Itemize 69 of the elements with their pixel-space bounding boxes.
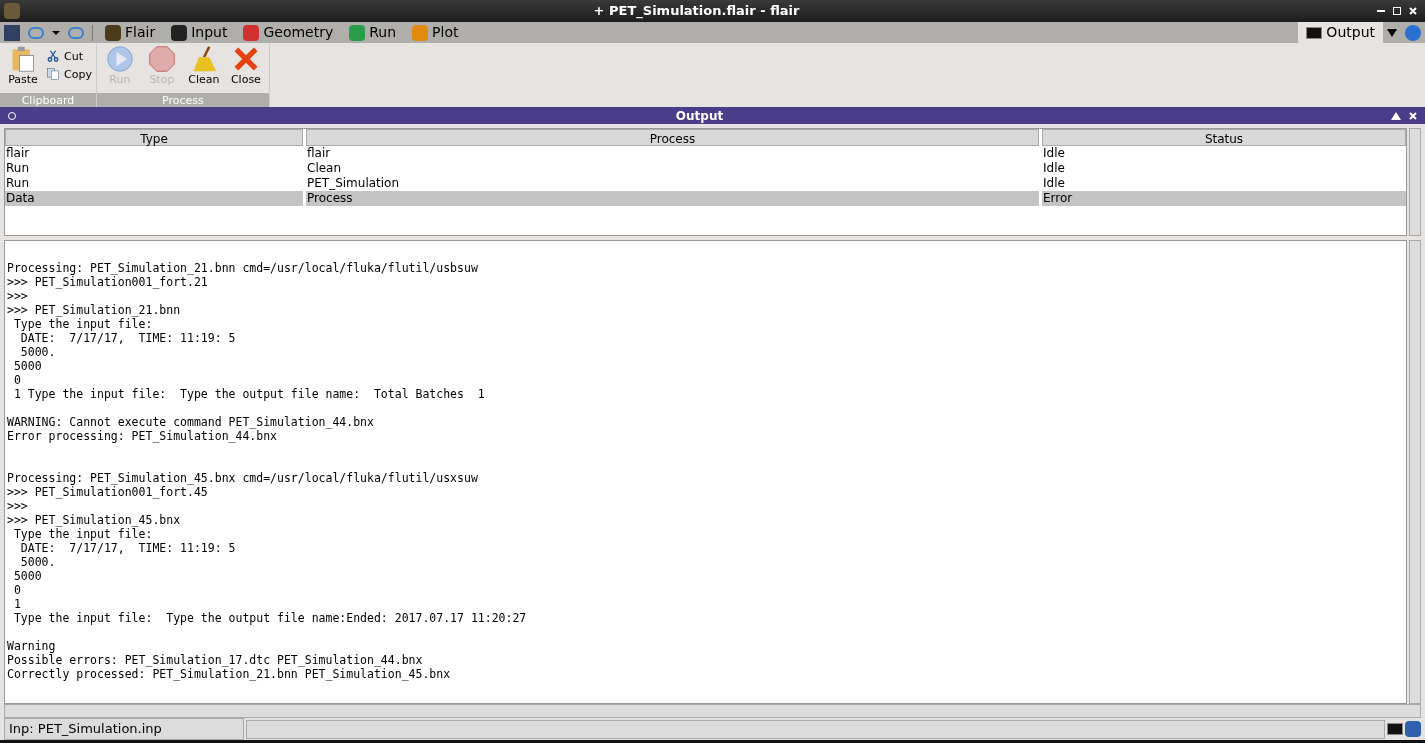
dropdown-caret-icon[interactable]	[1387, 28, 1397, 37]
status-text: Inp: PET_Simulation.inp	[4, 718, 244, 740]
column-header[interactable]: Type	[5, 129, 303, 146]
ribbon-button[interactable]: Copy	[46, 67, 92, 81]
tab-icon	[243, 24, 260, 41]
ribbon-button[interactable]: Cut	[46, 49, 92, 63]
log-line: 5000.	[19, 345, 56, 359]
log-line: WARNING: Cannot execute command PET_Simulation_44.bnx	[7, 415, 374, 429]
tab[interactable]: Input	[163, 22, 236, 43]
log-line: Processing: PET_Simulation_21.bnn cmd=/usr/local/fluka/flutil/usbsuw	[7, 261, 478, 275]
horizontal-scrollbar[interactable]	[4, 704, 1421, 718]
ribbon-button[interactable]: Clean	[184, 45, 223, 86]
log-line: >>>	[7, 289, 28, 303]
log-line: >>> PET_Simulation_21.bnn	[7, 303, 181, 317]
terminal-icon	[1306, 26, 1323, 39]
tab-icon	[171, 24, 188, 41]
log-line: DATE: 7/17/17, TIME: 11:19: 5	[19, 331, 236, 345]
log-line: >>> PET_Simulation_45.bnx	[7, 513, 181, 527]
scissors-icon	[46, 49, 60, 63]
log-line: Processing: PET_Simulation_45.bnx cmd=/usr/local/fluka/flutil/usxsuw	[7, 471, 478, 485]
close-icon[interactable]	[1409, 7, 1417, 15]
vertical-scrollbar[interactable]	[1409, 240, 1421, 704]
log-line: DATE: 7/17/17, TIME: 11:19: 5	[19, 541, 236, 555]
log-line: >>> PET_Simulation001_fort.45	[7, 485, 208, 499]
log-line: 5000	[12, 359, 42, 373]
collapse-icon[interactable]	[1391, 111, 1401, 120]
log-line: Type the input file:	[12, 527, 153, 541]
ribbon-button[interactable]: Paste	[4, 45, 42, 86]
table-cell[interactable]: Error	[1042, 191, 1406, 206]
log-line: 5000	[12, 569, 42, 583]
log-line: 1 Type the input file: Type the output file name: Total Batches 1	[12, 387, 485, 401]
caret-icon[interactable]	[52, 30, 60, 35]
log-line: 5000.	[19, 555, 56, 569]
close-icon[interactable]	[1409, 111, 1417, 120]
log-line: >>> PET_Simulation001_fort.21	[7, 275, 208, 289]
stop-sign-icon	[147, 45, 176, 73]
log-line: >>>	[7, 499, 28, 513]
log-line: Correctly processed: PET_Simulation_21.bnn PET_Simulation_45.bnx	[7, 667, 451, 681]
ribbon-button[interactable]: Close	[226, 45, 265, 86]
log-line: Possible errors: PET_Simulation_17.dtc PET_Simulation_44.bnx	[7, 653, 423, 667]
log-line: 0	[12, 373, 21, 387]
log-line: Warning	[7, 639, 56, 653]
log-line: Type the input file:	[12, 317, 153, 331]
group-label: Clipboard	[0, 93, 96, 107]
log-line: 1	[12, 597, 21, 611]
tab[interactable]: Output	[1298, 22, 1383, 43]
log-line: Type the input file: Type the output file name:Ended: 2017.07.17 11:20:27	[12, 611, 527, 625]
terminal-icon[interactable]	[1387, 723, 1403, 735]
table-cell[interactable]: Data	[5, 191, 303, 206]
maximize-button[interactable]	[1393, 7, 1401, 15]
table-cell[interactable]: Process	[306, 191, 1039, 206]
tab[interactable]: Plot	[404, 22, 467, 43]
app-icon	[4, 3, 20, 19]
column-header[interactable]: Process	[306, 129, 1039, 146]
copy-icon	[46, 67, 60, 81]
log-line: 0	[12, 583, 21, 597]
log-line: Error processing: PET_Simulation_44.bnx	[7, 429, 278, 443]
tab-icon	[349, 24, 366, 41]
group-label: Process	[96, 93, 269, 107]
play-icon	[105, 45, 134, 73]
tab-icon	[412, 24, 429, 41]
panel-title: Output	[674, 107, 725, 125]
tab-icon	[105, 24, 121, 41]
window-title: + PET_Simulation.flair - flair	[592, 2, 801, 21]
tab[interactable]: Flair	[97, 22, 164, 43]
tab[interactable]: Geometry	[235, 22, 342, 43]
tab[interactable]: Run	[341, 22, 405, 43]
column-header[interactable]: Status	[1042, 129, 1406, 146]
vertical-scrollbar[interactable]	[1409, 128, 1421, 236]
